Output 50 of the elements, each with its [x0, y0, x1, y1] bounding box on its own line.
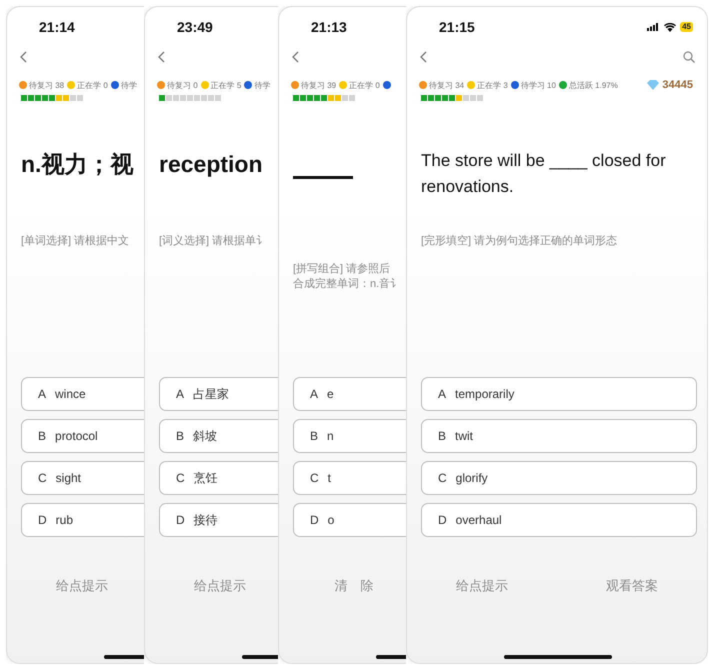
instruction-text: [拼写组合] 请参照后 合成完整单词：n.音讠 [293, 262, 402, 292]
question-sentence: The store will be ____ closed for renovations. [421, 150, 667, 198]
answer-option[interactable]: D rub [21, 503, 144, 537]
stat-label: 待学 [254, 80, 270, 90]
gem-count: 34445 [662, 79, 693, 91]
answer-option[interactable]: C 烹饪 [159, 461, 278, 495]
answer-option[interactable]: C sight [21, 461, 144, 495]
instruction-text: [单词选择] 请根据中文 [21, 234, 130, 249]
answer-option[interactable]: B n [293, 419, 406, 453]
answer-option[interactable]: A wince [21, 377, 144, 411]
status-time: 21:15 [439, 19, 476, 35]
back-icon[interactable] [291, 51, 299, 63]
signal-icon [647, 23, 660, 31]
answer-option[interactable]: D overhaul [421, 503, 697, 537]
answer-option[interactable]: D 接待 [159, 503, 278, 537]
instruction-text: [完形填空] 请为例句选择正确的单词形态 [421, 234, 618, 249]
answer-option[interactable]: C glorify [421, 461, 697, 495]
answer-option[interactable]: A temporarily [421, 377, 697, 411]
back-icon[interactable] [419, 51, 427, 63]
stat-label: 待复习 0 [167, 80, 198, 90]
status-time: 21:14 [39, 19, 76, 35]
wifi-icon [664, 22, 676, 32]
status-time: 23:49 [177, 19, 214, 35]
back-icon[interactable] [157, 51, 165, 63]
instruction-text: [词义选择] 请根据单讠 [159, 234, 268, 249]
answer-option[interactable]: D o [293, 503, 406, 537]
stat-label: 总活跃 1.97% [568, 80, 618, 90]
stat-label: 待复习 38 [29, 80, 64, 90]
search-icon[interactable] [683, 51, 695, 63]
stat-label: 正在学 0 [349, 80, 380, 90]
answer-blank [293, 176, 353, 179]
answer-option[interactable]: B twit [421, 419, 697, 453]
stat-label: 待复习 34 [429, 80, 464, 90]
answer-option[interactable]: B protocol [21, 419, 144, 453]
answer-option[interactable]: A 占星家 [159, 377, 278, 411]
answer-option[interactable]: C t [293, 461, 406, 495]
stat-label: 正在学 3 [477, 80, 508, 90]
answer-option[interactable]: B 斜坡 [159, 419, 278, 453]
stat-label: 待学习 10 [520, 80, 556, 90]
diamond-icon [647, 80, 660, 90]
stat-label: 待学 [120, 80, 137, 90]
answer-option[interactable]: A e [293, 377, 406, 411]
status-time: 21:13 [311, 19, 348, 35]
question-word: reception [159, 150, 263, 179]
battery-indicator: 45 [680, 22, 693, 32]
question-word: n.视力；视 [21, 150, 134, 179]
stat-label: 正在学 0 [77, 80, 108, 90]
back-icon[interactable] [19, 51, 27, 63]
stat-label: 正在学 5 [210, 80, 242, 90]
stat-label: 待复习 39 [301, 80, 336, 90]
